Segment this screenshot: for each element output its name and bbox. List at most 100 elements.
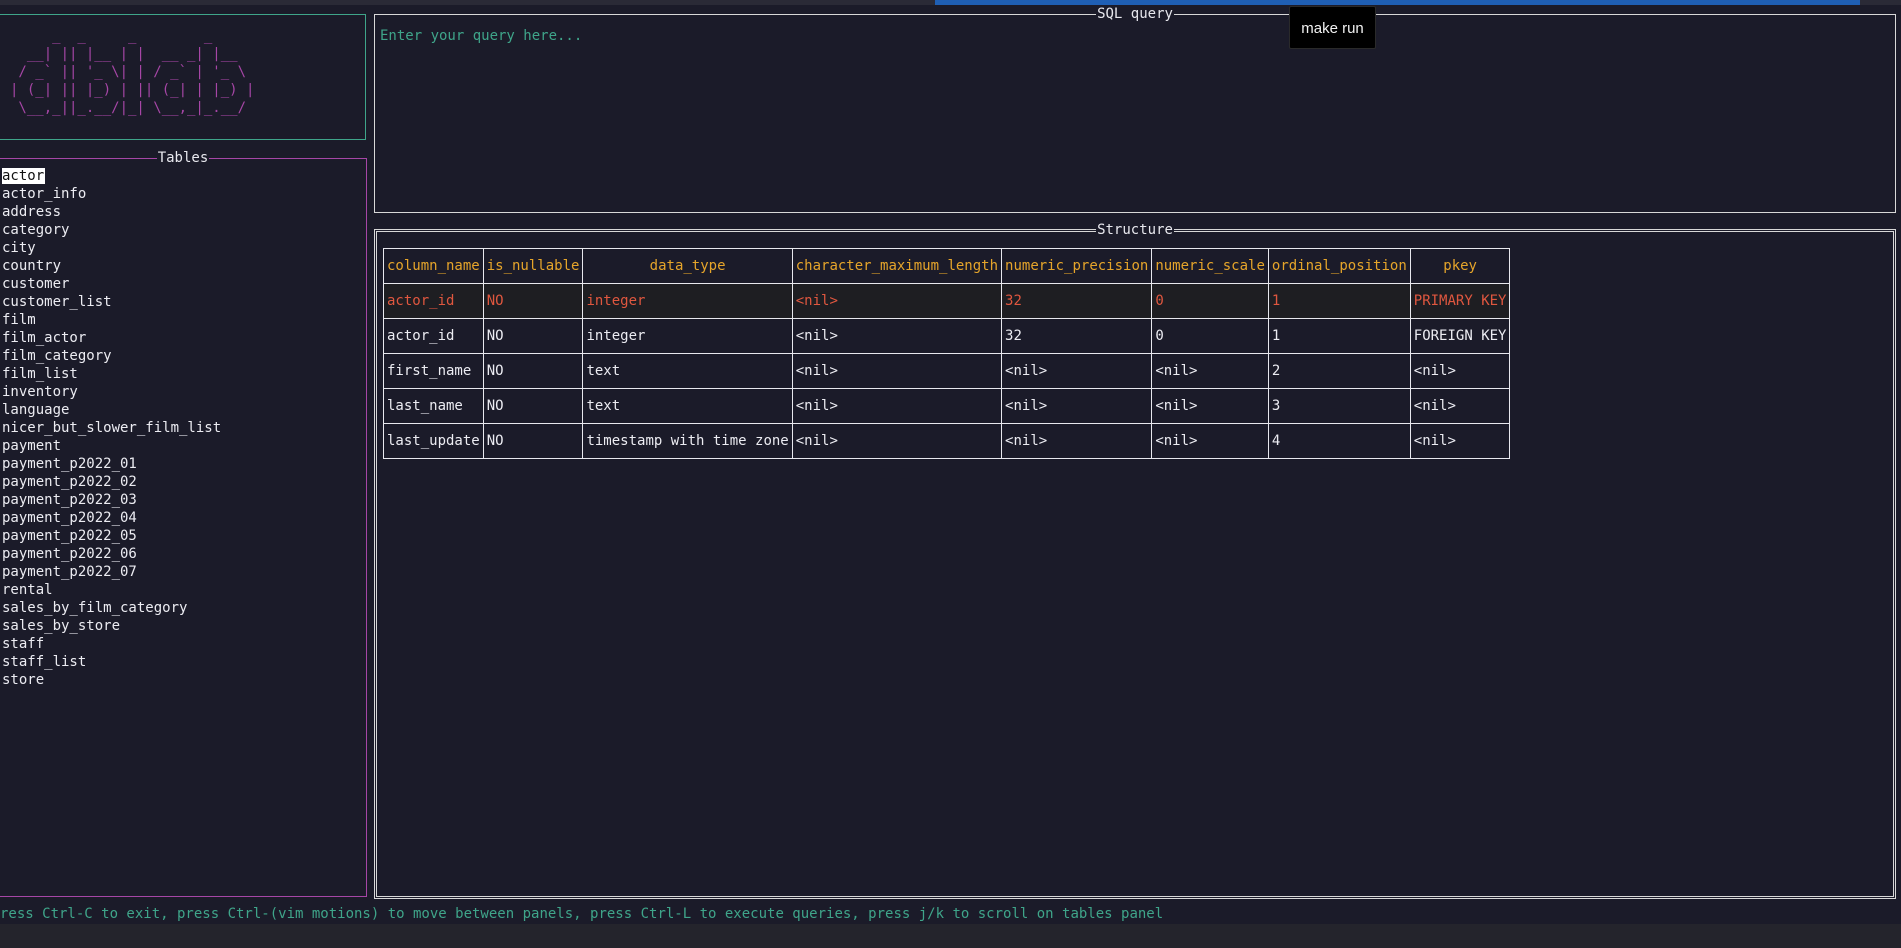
table-cell: <nil>	[1151, 388, 1269, 424]
table-list-item[interactable]: city	[2, 239, 221, 257]
table-row[interactable]: first_name NO text <nil> <nil> <nil> 2 <nil>	[383, 353, 1511, 389]
table-row[interactable]: last_update NO timestamp with time zone <ni…	[383, 423, 1511, 459]
table-cell: FOREIGN KEY	[1409, 318, 1511, 354]
table-cell: NO	[482, 353, 584, 389]
table-cell: text	[582, 353, 793, 389]
structure-table-body: actor_id NO integer <nil> 32 0 1 PRIMARY KEY act…	[383, 283, 1511, 459]
table-list-item[interactable]: language	[2, 401, 221, 419]
tables-panel-title: Tables	[156, 150, 210, 166]
table-cell: 0	[1151, 283, 1269, 319]
table-list[interactable]: actor actor_info address category city count…	[2, 167, 221, 689]
table-cell: 1	[1267, 283, 1411, 319]
column-header: numeric_scale	[1151, 248, 1269, 284]
table-cell: last_name	[383, 388, 484, 424]
table-list-item[interactable]: customer_list	[2, 293, 221, 311]
table-cell: <nil>	[791, 318, 1003, 354]
table-cell: <nil>	[1001, 423, 1153, 459]
column-header: column_name	[383, 248, 484, 284]
table-list-item[interactable]: nicer_but_slower_film_list	[2, 419, 221, 437]
sql-panel-title: SQL query	[1096, 6, 1174, 22]
table-cell: actor_id	[383, 318, 484, 354]
column-header: ordinal_position	[1267, 248, 1411, 284]
table-list-item[interactable]: payment_p2022_01	[2, 455, 221, 473]
table-list-item[interactable]: payment_p2022_07	[2, 563, 221, 581]
structure-panel-title-wrap: Structure	[377, 221, 1893, 239]
column-header: data_type	[582, 248, 793, 284]
table-cell: integer	[582, 318, 793, 354]
table-list-item[interactable]: inventory	[2, 383, 221, 401]
structure-header-row: column_name is_nullable data_type character…	[383, 248, 1511, 284]
table-list-item[interactable]: staff_list	[2, 653, 221, 671]
table-cell: text	[582, 388, 793, 424]
table-cell: NO	[482, 318, 584, 354]
table-cell: <nil>	[1001, 353, 1153, 389]
table-list-item[interactable]: actor_info	[2, 185, 221, 203]
table-cell: 32	[1001, 318, 1153, 354]
table-list-item[interactable]: store	[2, 671, 221, 689]
table-cell: 2	[1267, 353, 1411, 389]
top-accent-bar	[935, 0, 1860, 5]
top-bar	[0, 0, 1901, 5]
table-list-item[interactable]: category	[2, 221, 221, 239]
status-bar: ress Ctrl-C to exit, press Ctrl-(vim mot…	[0, 906, 1164, 922]
table-cell: timestamp with time zone	[582, 423, 793, 459]
table-list-item[interactable]: address	[2, 203, 221, 221]
table-cell: NO	[482, 283, 584, 319]
table-cell: <nil>	[791, 283, 1003, 319]
sql-query-panel[interactable]: SQL query	[374, 6, 1896, 213]
table-cell: NO	[482, 388, 584, 424]
table-list-item[interactable]: payment_p2022_05	[2, 527, 221, 545]
table-cell: <nil>	[1001, 388, 1153, 424]
sql-panel-title-wrap: SQL query	[375, 5, 1895, 23]
table-cell: PRIMARY KEY	[1409, 283, 1511, 319]
table-list-item[interactable]: sales_by_film_category	[2, 599, 221, 617]
table-cell: 0	[1151, 318, 1269, 354]
table-list-item[interactable]: rental	[2, 581, 221, 599]
column-header: character_maximum_length	[791, 248, 1003, 284]
table-list-item[interactable]: payment_p2022_06	[2, 545, 221, 563]
table-cell: integer	[582, 283, 793, 319]
table-cell: <nil>	[1409, 353, 1511, 389]
sql-query-input[interactable]	[378, 25, 1882, 47]
table-list-item[interactable]: film_actor	[2, 329, 221, 347]
table-cell: <nil>	[1409, 423, 1511, 459]
table-row[interactable]: last_name NO text <nil> <nil> <nil> 3 <nil>	[383, 388, 1511, 424]
structure-panel[interactable]: Structure column_name is_nullable data_typ…	[374, 222, 1896, 899]
table-cell: <nil>	[791, 423, 1003, 459]
column-header: pkey	[1409, 248, 1511, 284]
table-list-item[interactable]: staff	[2, 635, 221, 653]
logo-panel: _ _ _ _ __| || |__ | | __ _| |__ / _` ||…	[0, 14, 366, 140]
table-row[interactable]: actor_id NO integer <nil> 32 0 1 PRIMARY KEY	[383, 283, 1511, 319]
make-run-tooltip: make run	[1289, 6, 1376, 49]
structure-table: column_name is_nullable data_type character…	[383, 248, 1511, 459]
table-list-item[interactable]: customer	[2, 275, 221, 293]
table-list-item[interactable]: film_category	[2, 347, 221, 365]
table-cell: 1	[1267, 318, 1411, 354]
tables-panel[interactable]: Tables actor actor_info address category ci…	[0, 150, 367, 897]
table-row[interactable]: actor_id NO integer <nil> 32 0 1 FOREIGN KEY	[383, 318, 1511, 354]
table-cell: NO	[482, 423, 584, 459]
table-cell: 3	[1267, 388, 1411, 424]
table-cell: <nil>	[1151, 353, 1269, 389]
table-list-item[interactable]: country	[2, 257, 221, 275]
table-cell: first_name	[383, 353, 484, 389]
table-list-item[interactable]: payment_p2022_03	[2, 491, 221, 509]
table-cell: <nil>	[791, 388, 1003, 424]
column-header: is_nullable	[482, 248, 584, 284]
table-list-item[interactable]: payment_p2022_04	[2, 509, 221, 527]
table-list-item-selected[interactable]: actor	[2, 167, 221, 185]
table-list-item[interactable]: film_list	[2, 365, 221, 383]
bottom-bar	[0, 924, 1901, 948]
table-cell: actor_id	[383, 283, 484, 319]
table-cell: last_update	[383, 423, 484, 459]
structure-panel-title: Structure	[1096, 222, 1174, 238]
selected-table-label: actor	[2, 168, 46, 184]
table-cell: <nil>	[1409, 388, 1511, 424]
table-list-item[interactable]: payment	[2, 437, 221, 455]
table-list-item[interactable]: sales_by_store	[2, 617, 221, 635]
table-list-item[interactable]: film	[2, 311, 221, 329]
table-list-item[interactable]: payment_p2022_02	[2, 473, 221, 491]
app-window: _ _ _ _ __| || |__ | | __ _| |__ / _` ||…	[0, 0, 1901, 948]
table-cell: 4	[1267, 423, 1411, 459]
column-header: numeric_precision	[1001, 248, 1153, 284]
